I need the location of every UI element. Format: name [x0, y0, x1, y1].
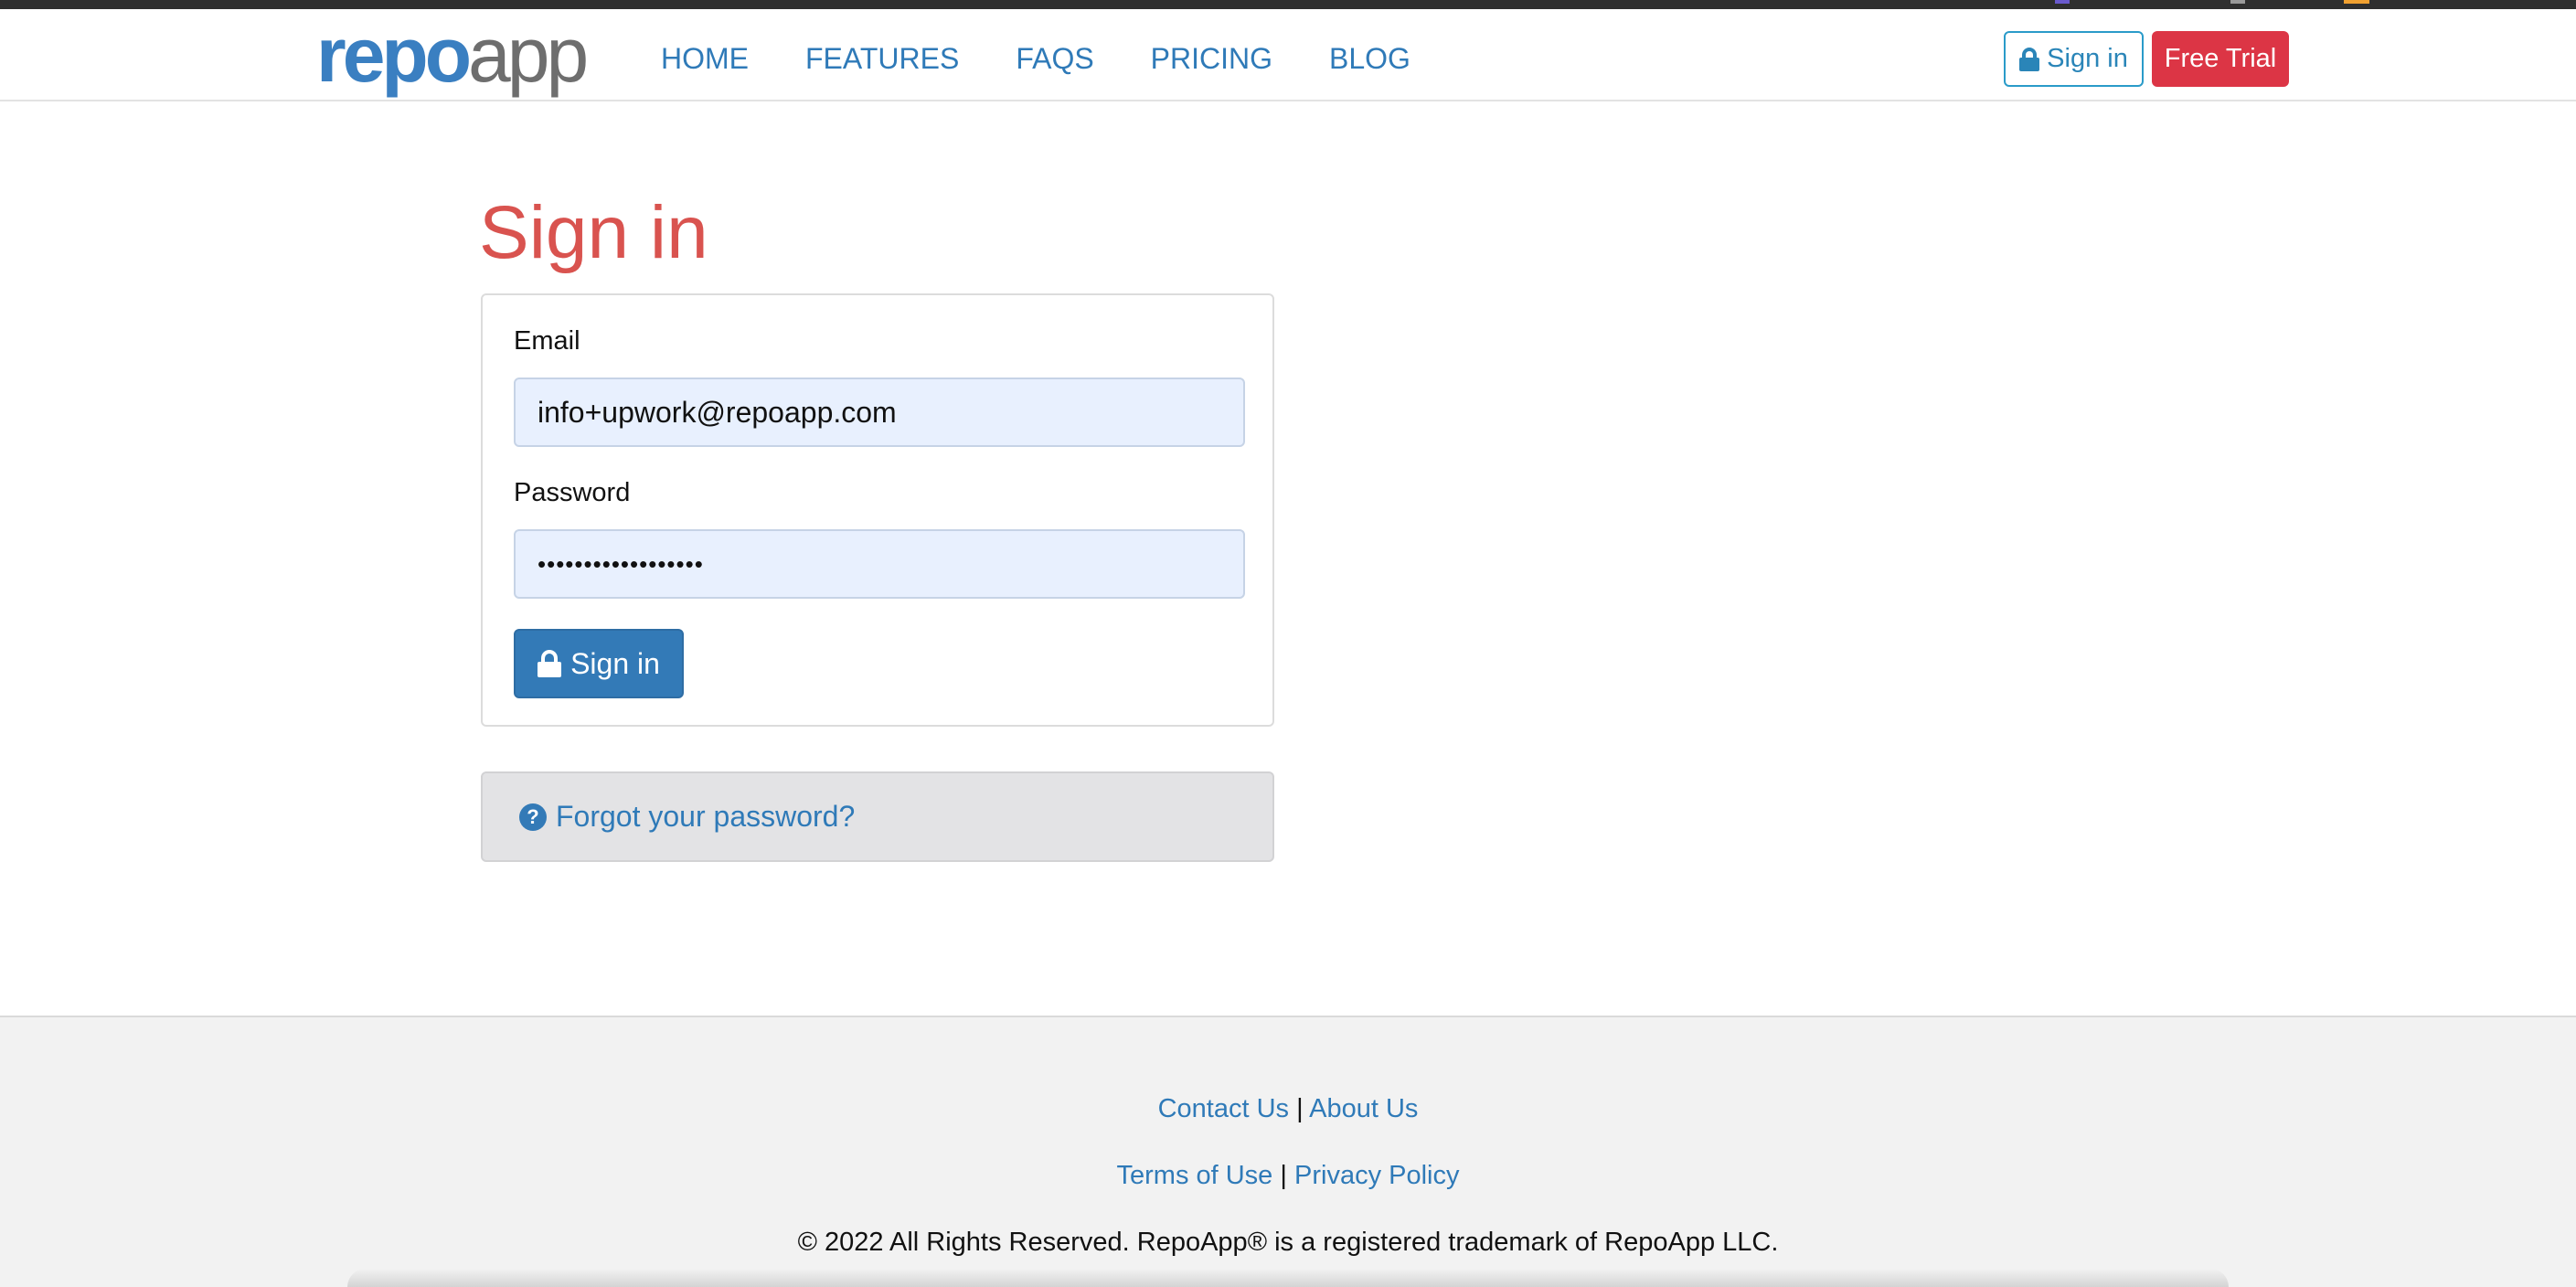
main-nav: HOME FEATURES FAQS PRICING BLOG	[661, 40, 1467, 77]
email-label: Email	[514, 326, 580, 356]
logo-repo: repo	[316, 12, 472, 98]
footer-row-legal: Terms of Use | Privacy Policy	[0, 1161, 2576, 1191]
repoapp-logo[interactable]: repoapp	[316, 16, 589, 93]
logo-app: app	[468, 12, 589, 98]
footer-shadow	[347, 1269, 2229, 1287]
forgot-password-panel[interactable]: ? Forgot your password?	[481, 771, 1274, 862]
forgot-password-link[interactable]: Forgot your password?	[556, 800, 855, 834]
top-navbar: repoapp HOME FEATURES FAQS PRICING BLOG …	[0, 9, 2576, 101]
nav-blog-link[interactable]: BLOG	[1329, 40, 1410, 77]
extension-icon[interactable]	[2230, 0, 2245, 4]
signin-submit-button[interactable]: Sign in	[514, 629, 684, 698]
nav-pricing-link[interactable]: PRICING	[1151, 40, 1272, 77]
extension-icon[interactable]	[2344, 0, 2369, 4]
lock-icon	[2019, 47, 2040, 71]
nav-features-link[interactable]: FEATURES	[805, 40, 959, 77]
lock-icon	[538, 650, 562, 677]
page-title: Sign in	[479, 191, 708, 274]
email-value: info+upwork@repoapp.com	[538, 395, 897, 429]
footer-separator: |	[1296, 1094, 1304, 1123]
password-label: Password	[514, 478, 631, 507]
copyright-text: © 2022 All Rights Reserved. RepoApp® is …	[797, 1228, 1779, 1257]
privacy-policy-link[interactable]: Privacy Policy	[1294, 1161, 1460, 1190]
nav-faqs-link[interactable]: FAQS	[1016, 40, 1093, 77]
signin-submit-label: Sign in	[570, 646, 660, 680]
footer-separator: |	[1280, 1161, 1287, 1190]
header-signin-button[interactable]: Sign in	[2004, 31, 2144, 87]
free-trial-button[interactable]: Free Trial	[2152, 31, 2289, 87]
nav-home-link[interactable]: HOME	[661, 40, 749, 77]
password-value: ••••••••••••••••••	[538, 549, 704, 578]
free-trial-label: Free Trial	[2164, 44, 2277, 73]
terms-of-use-link[interactable]: Terms of Use	[1117, 1161, 1273, 1190]
about-us-link[interactable]: About Us	[1309, 1094, 1418, 1123]
contact-us-link[interactable]: Contact Us	[1158, 1094, 1289, 1123]
email-field[interactable]: info+upwork@repoapp.com	[514, 378, 1245, 447]
header-signin-label: Sign in	[2047, 44, 2128, 73]
browser-top-strip	[0, 0, 2576, 9]
page-footer: Contact Us | About Us Terms of Use | Pri…	[0, 1016, 2576, 1287]
password-field[interactable]: ••••••••••••••••••	[514, 529, 1245, 599]
footer-row-company: Contact Us | About Us	[0, 1094, 2576, 1124]
extension-icon[interactable]	[2055, 0, 2070, 4]
signin-form-panel: Email info+upwork@repoapp.com Password •…	[481, 293, 1274, 727]
question-circle-icon: ?	[519, 803, 547, 831]
